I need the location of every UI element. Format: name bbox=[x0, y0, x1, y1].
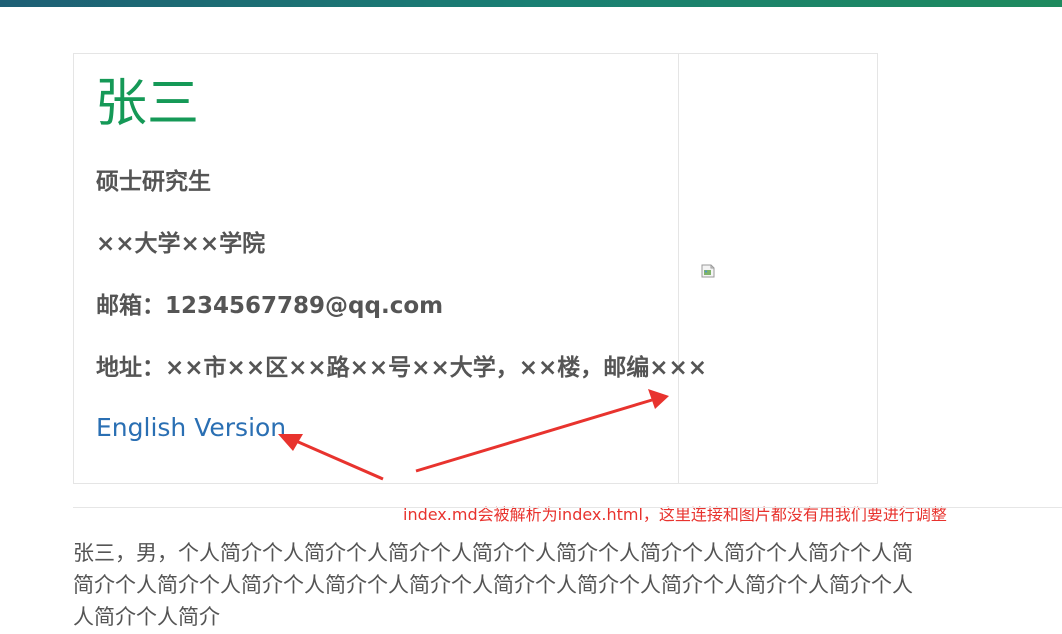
bio-line: 简介个人简介个人简介个人简介个人简介个人简介个人简介个人简介个人简介个人简介个人 bbox=[73, 573, 913, 597]
bio-line: 人简介个人简介 bbox=[73, 605, 220, 629]
section-divider bbox=[73, 507, 1062, 508]
arrow-to-photo bbox=[415, 389, 669, 473]
bio-line: 张三，男，个人简介个人简介个人简介个人简介个人简介个人简介个人简介个人简介个人简 bbox=[73, 541, 913, 565]
arrow-to-english-link bbox=[278, 434, 384, 481]
bio-paragraph: 张三，男，个人简介个人简介个人简介个人简介个人简介个人简介个人简介个人简介个人简… bbox=[73, 537, 1062, 634]
